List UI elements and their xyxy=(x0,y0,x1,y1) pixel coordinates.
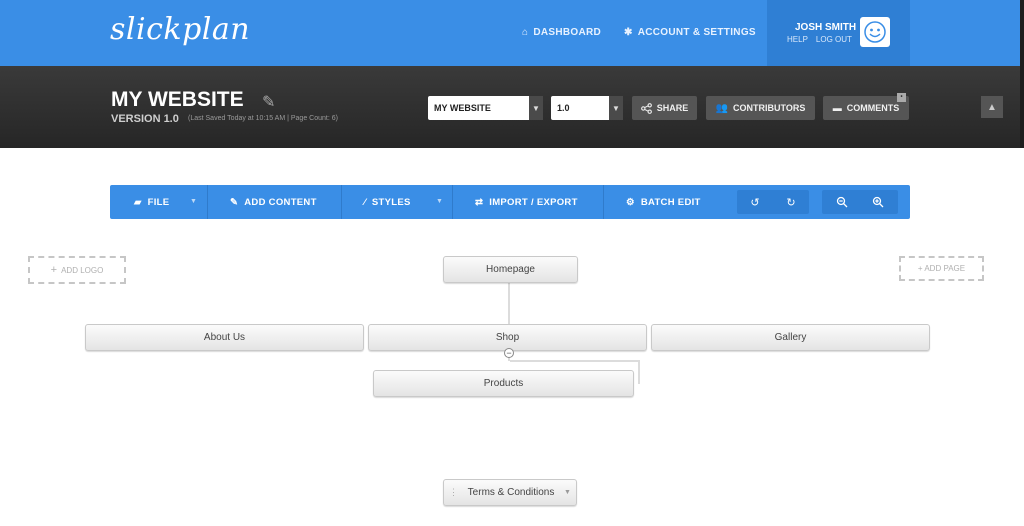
smiley-avatar-icon xyxy=(864,21,886,43)
add-content-icon: ✎ xyxy=(230,196,239,208)
project-bar: MY WEBSITE ✎ VERSION 1.0 (Last Saved Tod… xyxy=(0,66,1024,148)
file-menu-button[interactable]: ▰ FILE xyxy=(134,185,169,219)
home-icon: ⌂ xyxy=(522,27,529,38)
page-title: MY WEBSITE xyxy=(111,88,244,111)
page-node-homepage[interactable]: Homepage xyxy=(443,256,578,283)
collapse-header-button[interactable]: ▲ xyxy=(981,96,1003,118)
comment-badge: • xyxy=(897,93,906,102)
editor-toolbar: ▰ FILE ▼ ✎ ADD CONTENT ⁄ STYLES ▼ ⇄ IMPO… xyxy=(110,185,910,219)
chevron-down-icon: ▼ xyxy=(529,96,543,120)
batch-edit-button[interactable]: ⚙ BATCH EDIT xyxy=(626,185,701,219)
undo-icon[interactable]: ↺ xyxy=(737,190,773,214)
drag-handle-icon[interactable]: ⋮ xyxy=(449,487,458,498)
redo-icon[interactable]: ↻ xyxy=(773,190,809,214)
chevron-up-icon: ▲ xyxy=(987,101,997,113)
top-header: slickplan ⌂ DASHBOARD ✱ ACCOUNT & SETTIN… xyxy=(0,0,1024,66)
version-select[interactable]: 1.0 ▼ xyxy=(551,96,623,120)
page-node-products[interactable]: Products xyxy=(373,370,634,397)
version-label: VERSION 1.0 xyxy=(111,113,179,125)
chevron-down-icon: ▼ xyxy=(190,198,197,205)
site-select[interactable]: MY WEBSITE ▼ xyxy=(428,96,543,120)
page-node-terms[interactable]: ⋮ Terms & Conditions ▼ xyxy=(443,479,577,506)
add-page-button[interactable]: + ADD PAGE xyxy=(899,256,984,281)
comments-button[interactable]: ▬ COMMENTS • xyxy=(823,93,909,120)
comment-icon: ▬ xyxy=(832,103,842,113)
zoom-out-icon[interactable] xyxy=(824,190,860,214)
page-node-label: Terms & Conditions xyxy=(467,487,555,498)
page-node-about-us[interactable]: About Us xyxy=(85,324,364,351)
help-link[interactable]: HELP xyxy=(787,35,808,44)
collapse-children-minus-icon[interactable]: − xyxy=(504,348,514,358)
import-export-button[interactable]: ⇄ IMPORT / EXPORT xyxy=(475,185,578,219)
chevron-down-icon[interactable]: ▼ xyxy=(564,489,571,496)
styles-menu-button[interactable]: ⁄ STYLES xyxy=(364,185,411,219)
page-node-gallery[interactable]: Gallery xyxy=(651,324,930,351)
page-node-shop[interactable]: Shop xyxy=(368,324,647,351)
add-logo-placeholder[interactable]: + ADD LOGO xyxy=(28,256,126,284)
share-icon xyxy=(640,102,652,114)
gears-icon: ⚙ xyxy=(626,196,635,208)
chevron-down-icon: ▼ xyxy=(436,198,443,205)
contributors-button[interactable]: 👥 CONTRIBUTORS xyxy=(706,96,815,120)
avatar[interactable] xyxy=(860,17,890,47)
users-icon: 👥 xyxy=(715,102,729,114)
dashboard-link[interactable]: ⌂ DASHBOARD xyxy=(522,27,601,38)
import-export-icon: ⇄ xyxy=(475,196,484,208)
logout-link[interactable]: LOG OUT xyxy=(816,35,852,44)
share-button[interactable]: SHARE xyxy=(632,96,697,120)
zoom-in-icon[interactable] xyxy=(860,190,896,214)
zoom-group xyxy=(822,190,898,214)
user-panel: JOSH SMITH HELP LOG OUT xyxy=(767,0,910,66)
brush-icon: ⁄ xyxy=(364,196,366,208)
gear-icon: ✱ xyxy=(624,27,633,38)
user-name: JOSH SMITH xyxy=(795,22,857,33)
slickplan-logo[interactable]: slickplan xyxy=(110,12,250,47)
add-content-button[interactable]: ✎ ADD CONTENT xyxy=(230,185,317,219)
plus-icon: + xyxy=(50,264,58,276)
save-meta: (Last Saved Today at 10:15 AM | Page Cou… xyxy=(188,115,338,122)
chevron-down-icon: ▼ xyxy=(609,96,623,120)
edit-title-pencil-icon[interactable]: ✎ xyxy=(262,92,275,112)
undo-redo-group: ↺ ↻ xyxy=(737,190,809,214)
account-settings-link[interactable]: ✱ ACCOUNT & SETTINGS xyxy=(624,27,756,38)
folder-icon: ▰ xyxy=(134,196,142,208)
